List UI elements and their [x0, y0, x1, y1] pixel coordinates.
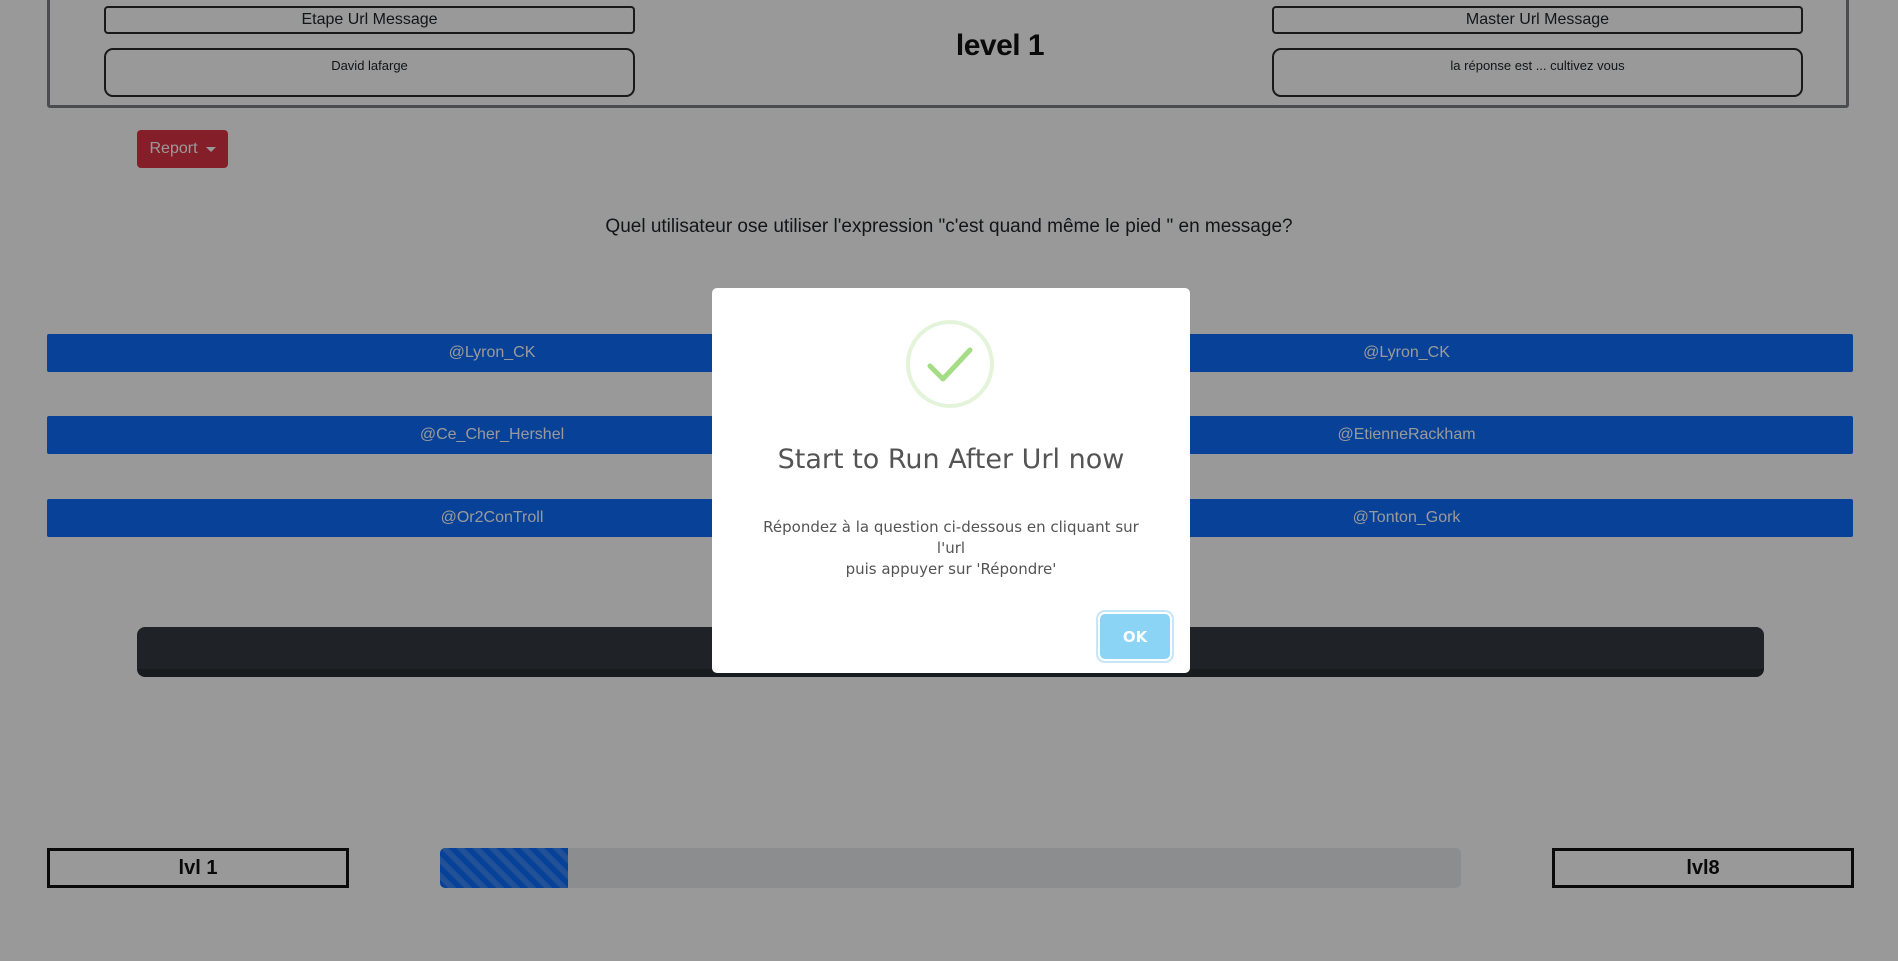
success-check-icon: [906, 320, 994, 408]
modal-message: Répondez à la question ci-dessous en cli…: [752, 517, 1150, 580]
success-modal: Start to Run After Url now Répondez à la…: [712, 288, 1190, 673]
modal-message-line: Répondez à la question ci-dessous en cli…: [763, 518, 1139, 557]
ok-button[interactable]: OK: [1100, 614, 1170, 659]
modal-title: Start to Run After Url now: [777, 444, 1125, 475]
modal-message-line: puis appuyer sur 'Répondre': [845, 560, 1057, 578]
